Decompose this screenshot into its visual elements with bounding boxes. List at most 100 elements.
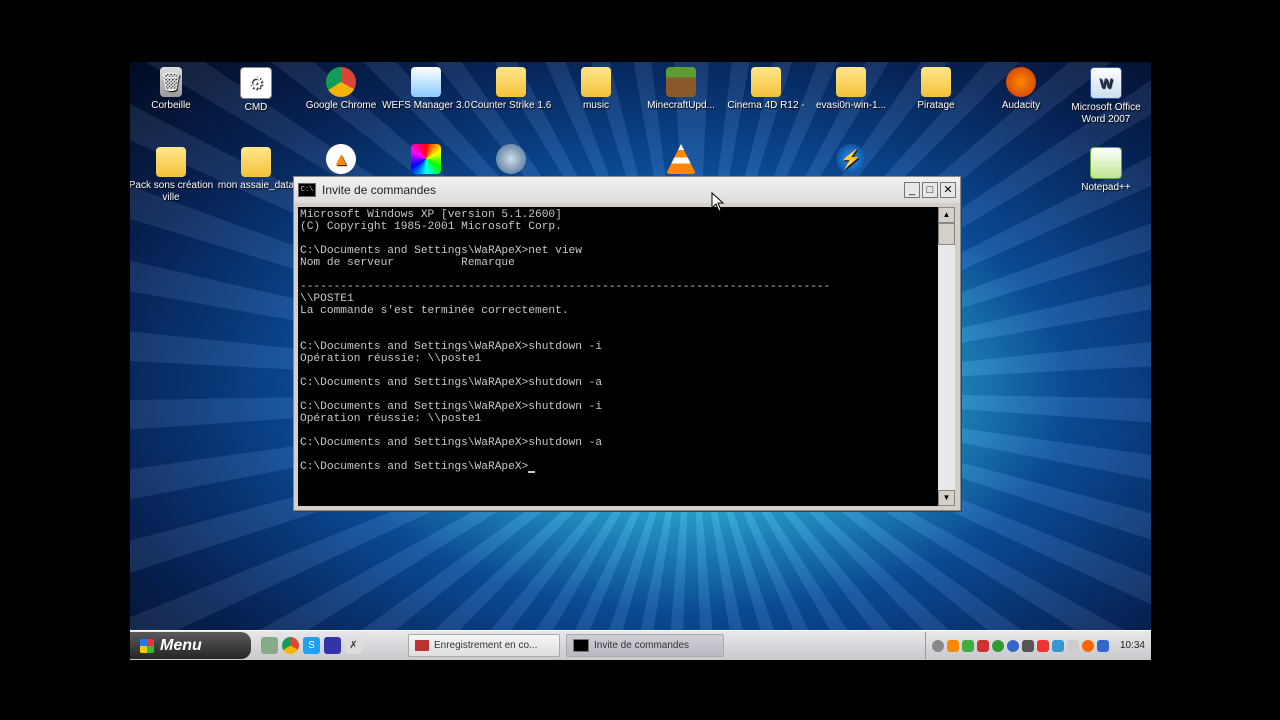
desktop-icon-partial-3[interactable]: [466, 144, 556, 177]
scroll-down-icon[interactable]: ▼: [938, 490, 955, 506]
desktop-icon-music[interactable]: music: [551, 67, 641, 112]
console-line: \\POSTE1: [300, 293, 354, 305]
desktop-icon-partial-1[interactable]: ▲: [296, 144, 386, 177]
quicklaunch-app-icon[interactable]: [261, 637, 278, 654]
tray-icon[interactable]: [1006, 639, 1019, 652]
tray-icon[interactable]: [961, 639, 974, 652]
console-line: Opération réussie: \\poste1: [300, 353, 482, 365]
lightning-icon: ⚡: [836, 144, 866, 174]
tray-icon[interactable]: [991, 639, 1004, 652]
task-enregistrement[interactable]: Enregistrement en co...: [408, 634, 560, 657]
cmd-window[interactable]: C:\ Invite de commandes _ □ ✕ Microsoft …: [293, 176, 961, 511]
clock[interactable]: 10:34: [1120, 640, 1145, 651]
folder-icon: [836, 67, 866, 97]
app-icon: [411, 144, 441, 174]
console-line: La commande s'est terminée correctement.: [300, 305, 569, 317]
notepad-icon: [1090, 147, 1122, 179]
chrome-icon: [326, 67, 356, 97]
desktop-icon-mon-assaie[interactable]: mon assaie_data: [211, 147, 301, 192]
task-invite-de-commandes[interactable]: Invite de commandes: [566, 634, 724, 657]
vertical-scrollbar[interactable]: ▲ ▼: [938, 207, 955, 506]
runner-quicklaunch-icon[interactable]: ✗: [345, 637, 362, 654]
taskbar: Menu S ✗ Enregistrement en co... Invite …: [130, 630, 1151, 660]
console-line: C:\Documents and Settings\WaRApeX>shutdo…: [300, 437, 603, 449]
tray-icon[interactable]: [976, 639, 989, 652]
desktop-icon-partial-vlc[interactable]: [636, 144, 726, 177]
windows-flag-icon: [140, 638, 154, 653]
desktop-icon-chrome[interactable]: Google Chrome: [296, 67, 386, 112]
console-line: ----------------------------------------…: [300, 281, 831, 293]
app-icon: [496, 144, 526, 174]
system-tray: 10:34: [924, 632, 1151, 659]
desktop-icon-counter-strike[interactable]: Counter Strike 1.6: [466, 67, 556, 112]
desktop-icon-corbeille[interactable]: 🗑 Corbeille: [130, 67, 216, 112]
cmd-window-icon: C:\: [298, 183, 316, 197]
quick-launch: S ✗: [261, 637, 362, 654]
desktop-icon-cmd[interactable]: ⚙ CMD: [211, 67, 301, 114]
scroll-thumb[interactable]: [938, 223, 955, 245]
desktop-icon-audacity[interactable]: Audacity: [976, 67, 1066, 112]
desktop-icon-minecraft[interactable]: MinecraftUpd...: [636, 67, 726, 112]
console-line: C:\Documents and Settings\WaRApeX>shutdo…: [300, 341, 603, 353]
text-cursor: [528, 462, 536, 473]
console-line: Nom de serveur Remarque: [300, 257, 515, 269]
desktop-icon-partial-bolt[interactable]: ⚡: [806, 144, 896, 177]
console-line: C:\Documents and Settings\WaRApeX>: [300, 461, 938, 473]
tray-icon[interactable]: [946, 639, 959, 652]
tray-icon[interactable]: [1081, 639, 1094, 652]
trash-icon: 🗑: [160, 67, 182, 97]
desktop-icon-evasi0n[interactable]: evasi0n-win-1...: [806, 67, 896, 112]
desktop-icon-partial-2[interactable]: [381, 144, 471, 177]
cmd-titlebar[interactable]: C:\ Invite de commandes _ □ ✕: [294, 177, 960, 203]
desktop-icon-pack-sons[interactable]: Pack sons création ville: [130, 147, 216, 204]
minimize-button[interactable]: _: [904, 182, 920, 198]
start-button[interactable]: Menu: [130, 632, 251, 659]
desktop-icon-cinema4d[interactable]: Cinema 4D R12 -: [721, 67, 811, 112]
desktop-icon-wefs[interactable]: WEFS Manager 3.0: [381, 67, 471, 112]
console-line: (C) Copyright 1985-2001 Microsoft Corp.: [300, 221, 562, 233]
audacity-icon: [1006, 67, 1036, 97]
desktop-icon-word[interactable]: W Microsoft Office Word 2007: [1061, 67, 1151, 126]
start-label: Menu: [160, 636, 202, 654]
word-icon: W: [1090, 67, 1122, 99]
folder-icon: [751, 67, 781, 97]
recording-icon: [415, 640, 429, 651]
app-quicklaunch-icon[interactable]: [324, 637, 341, 654]
app-icon: ▲: [326, 144, 356, 174]
tray-icon[interactable]: [1096, 639, 1109, 652]
desktop-icon-notepadpp[interactable]: Notepad++: [1061, 147, 1151, 194]
scroll-up-icon[interactable]: ▲: [938, 207, 955, 223]
tray-icon[interactable]: [1036, 639, 1049, 652]
folder-icon: [921, 67, 951, 97]
tray-icon[interactable]: [931, 639, 944, 652]
console-line: C:\Documents and Settings\WaRApeX>net vi…: [300, 245, 582, 257]
console-line: C:\Documents and Settings\WaRApeX>shutdo…: [300, 401, 603, 413]
cmd-window-title: Invite de commandes: [322, 183, 437, 197]
chrome-quicklaunch-icon[interactable]: [282, 637, 299, 654]
folder-icon: [496, 67, 526, 97]
tray-icon[interactable]: [1021, 639, 1034, 652]
folder-icon: [581, 67, 611, 97]
tray-icon[interactable]: [1051, 639, 1064, 652]
mouse-pointer-icon: [711, 192, 725, 212]
folder-icon: [156, 147, 186, 177]
maximize-button[interactable]: □: [922, 182, 938, 198]
tray-icon[interactable]: [1066, 639, 1079, 652]
console-line: Opération réussie: \\poste1: [300, 413, 482, 425]
close-button[interactable]: ✕: [940, 182, 956, 198]
skype-quicklaunch-icon[interactable]: S: [303, 637, 320, 654]
desktop-icon-piratage[interactable]: Piratage: [891, 67, 981, 112]
folder-icon: [241, 147, 271, 177]
console-line: C:\Documents and Settings\WaRApeX>shutdo…: [300, 377, 603, 389]
console-output[interactable]: Microsoft Windows XP [version 5.1.2600](…: [298, 207, 938, 506]
minecraft-icon: [666, 67, 696, 97]
vlc-icon: [666, 144, 696, 174]
